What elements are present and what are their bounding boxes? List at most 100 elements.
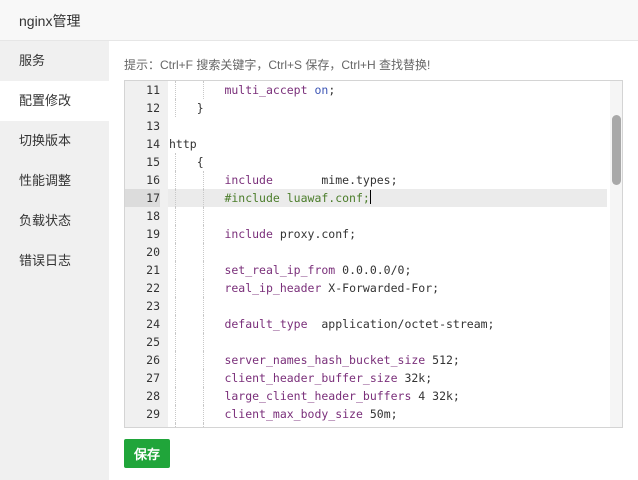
code-token: include (224, 173, 273, 187)
code-text: { (197, 153, 204, 171)
code-text: client_header_buffer_size 32k; (224, 369, 432, 387)
code-line[interactable]: 27 client_header_buffer_size 32k; (125, 369, 622, 387)
indent-guide (175, 261, 176, 279)
indent-guide (175, 333, 176, 351)
indent-guide (202, 405, 204, 423)
code-token: set_real_ip_from (224, 263, 336, 277)
code-token: client_max_body_size (224, 407, 363, 421)
code-line[interactable]: 12} (125, 99, 622, 117)
indent-guide (175, 81, 176, 99)
sidebar-item[interactable]: 配置修改 (0, 81, 109, 121)
code-line[interactable]: 21 set_real_ip_from 0.0.0.0/0; (125, 261, 622, 279)
line-number: 26 (146, 353, 160, 367)
window-title: nginx管理 (19, 13, 81, 29)
indent-guide (175, 225, 176, 243)
code-token: application/octet-stream; (307, 317, 495, 331)
indent-guide (175, 297, 176, 315)
sidebar-item[interactable]: 错误日志 (0, 241, 109, 281)
save-button[interactable]: 保存 (124, 439, 170, 468)
indent-guide (202, 387, 204, 405)
code-text: http (169, 135, 197, 153)
code-token: 4 32k; (411, 389, 460, 403)
indent-guide (175, 423, 176, 427)
line-number: 21 (146, 263, 160, 277)
indent-guide (202, 423, 204, 427)
code-text: } (197, 99, 204, 117)
line-number: 24 (146, 317, 160, 331)
indent-guide (175, 369, 176, 387)
indent-guide (175, 315, 176, 333)
indent-guide (202, 315, 204, 333)
indent-guide (202, 297, 204, 315)
code-line[interactable]: 11 multi_accept on; (125, 81, 622, 99)
code-text: set_real_ip_from 0.0.0.0/0; (224, 261, 411, 279)
code-text: include proxy.conf; (224, 225, 356, 243)
line-number: 23 (146, 299, 160, 313)
indent-guide (175, 171, 176, 189)
code-line[interactable]: 17 #include luawaf.conf; (125, 189, 622, 207)
indent-guide (175, 207, 176, 225)
code-text: multi_accept on; (224, 81, 335, 99)
code-text: client_max_body_size 50m; (224, 405, 397, 423)
code-line[interactable]: 29 client_max_body_size 50m; (125, 405, 622, 423)
code-line[interactable]: 13 (125, 117, 622, 135)
text-cursor (369, 190, 371, 204)
line-number: 20 (146, 245, 160, 259)
line-number: 30 (125, 423, 160, 427)
code-text: real_ip_header X-Forwarded-For; (224, 279, 439, 297)
code-token: on (314, 83, 329, 97)
shortcut-hint: 提示：Ctrl+F 搜索关键字，Ctrl+S 保存，Ctrl+H 查找替换! (124, 58, 431, 72)
indent-guide (202, 333, 204, 351)
code-line[interactable]: 14 http (125, 135, 622, 153)
code-line[interactable]: 16 include mime.types; (125, 171, 622, 189)
line-number: 29 (146, 407, 160, 421)
line-number: 15 (146, 155, 160, 169)
indent-guide (175, 405, 176, 423)
indent-guide (175, 99, 176, 117)
code-token: ; (328, 83, 336, 97)
code-line[interactable]: 19 include proxy.conf; (125, 225, 622, 243)
code-line[interactable]: 20 (125, 243, 622, 261)
indent-guide (202, 243, 204, 261)
code-token: server_names_hash_bucket_size (224, 353, 426, 367)
indent-guide (202, 207, 204, 225)
code-line[interactable]: 28 large_client_header_buffers 4 32k; (125, 387, 622, 405)
sidebar-item[interactable]: 切换版本 (0, 121, 109, 161)
indent-guide (175, 243, 176, 261)
sidebar-item[interactable]: 负载状态 (0, 201, 109, 241)
sidebar-nav: 服务 配置修改 切换版本 性能调整 负载状态 错误日志 (0, 41, 109, 480)
line-number: 16 (146, 173, 160, 187)
code-line[interactable]: 22 real_ip_header X-Forwarded-For; (125, 279, 622, 297)
code-token: 32k; (397, 371, 433, 385)
code-editor[interactable]: 11 multi_accept on; 12} 13 14 http 15{16 includ… (124, 80, 623, 428)
sidebar-item[interactable]: 服务 (0, 41, 109, 81)
code-token: 512; (425, 353, 460, 367)
code-token: real_ip_header (224, 281, 322, 295)
code-token: { (196, 155, 204, 169)
code-text: server_names_hash_bucket_size 512; (224, 351, 459, 369)
code-token: 0.0.0.0/0; (335, 263, 412, 277)
code-line[interactable]: 24 default_type application/octet-stream; (125, 315, 622, 333)
line-number: 14 (146, 137, 160, 151)
indent-guide (175, 189, 176, 207)
code-line[interactable]: 30 (125, 423, 622, 427)
editor-scrollbar[interactable] (610, 81, 622, 427)
indent-guide (175, 351, 176, 369)
indent-guide (202, 351, 204, 369)
code-line[interactable]: 18 (125, 207, 622, 225)
code-token: mime.types; (272, 173, 398, 187)
line-number: 25 (146, 335, 160, 349)
line-number: 13 (146, 119, 160, 133)
sidebar-item[interactable]: 性能调整 (0, 161, 109, 201)
code-line[interactable]: 25 (125, 333, 622, 351)
code-text: large_client_header_buffers 4 32k; (224, 387, 459, 405)
line-number: 22 (146, 281, 160, 295)
line-number: 11 (146, 83, 160, 97)
line-number: 17 (125, 189, 160, 207)
code-token: multi_accept (224, 83, 308, 97)
code-line[interactable]: 26 server_names_hash_bucket_size 512; (125, 351, 622, 369)
code-line[interactable]: 23 (125, 297, 622, 315)
scrollbar-thumb[interactable] (612, 115, 621, 185)
indent-guide (202, 225, 204, 243)
code-line[interactable]: 15 { (125, 153, 622, 171)
